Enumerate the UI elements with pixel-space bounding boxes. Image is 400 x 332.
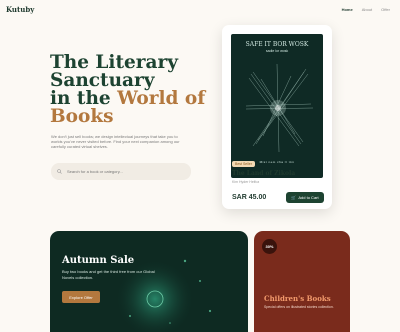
cover-subtitle: sadie lor wosk [265, 49, 289, 53]
cover-artwork [245, 63, 314, 153]
children-books-title: Children's Books [264, 294, 331, 303]
discount-badge: 30% [262, 239, 277, 254]
explore-offer-button[interactable]: Explore Offer [62, 291, 100, 303]
genre-badge: Best Seller [232, 161, 255, 167]
search-bar[interactable] [51, 163, 191, 180]
cover-title: SAFE IT BOR WOSK [245, 41, 309, 48]
site-header: Kutuby Home About Offer [0, 0, 400, 20]
book-author: Kim Hyder Helfoz [232, 180, 260, 184]
search-icon [57, 169, 62, 174]
nav-home[interactable]: Home [342, 7, 353, 12]
children-books-description: Special offers on illustrated stories co… [264, 305, 334, 309]
children-books-promo[interactable]: 30% Children's Books Special offers on i… [254, 231, 350, 332]
nav-offer[interactable]: Offer [381, 7, 390, 12]
cart-icon: 🛒 [291, 195, 297, 200]
search-input[interactable] [67, 169, 177, 174]
book-title[interactable]: The Land of Zikola [232, 170, 295, 177]
hero-title: The Literary Sanctuary in the World of B… [50, 53, 210, 127]
add-to-cart-label: Add to Cart [298, 195, 319, 200]
book-price: SAR 45.00 [232, 194, 267, 201]
nav-about[interactable]: About [362, 7, 372, 12]
add-to-cart-button[interactable]: 🛒 Add to Cart [286, 192, 324, 203]
autumn-sale-title: Autumn Sale [62, 255, 135, 266]
main-nav: Home About Offer [342, 7, 390, 12]
site-logo[interactable]: Kutuby [6, 5, 34, 14]
hero-title-accent: World of [117, 88, 206, 109]
hero-title-line4: Books [50, 106, 114, 127]
autumn-glow-decoration [115, 259, 212, 332]
book-cover[interactable]: SAFE IT BOR WOSK sadie lor wosk Mist nem… [231, 34, 323, 178]
autumn-sale-promo: Autumn Sale Buy two books and get the th… [50, 231, 248, 332]
hero-description: We don't just sell books; we design inte… [51, 134, 180, 150]
autumn-sale-description: Buy two books and get the third free fro… [62, 269, 155, 280]
